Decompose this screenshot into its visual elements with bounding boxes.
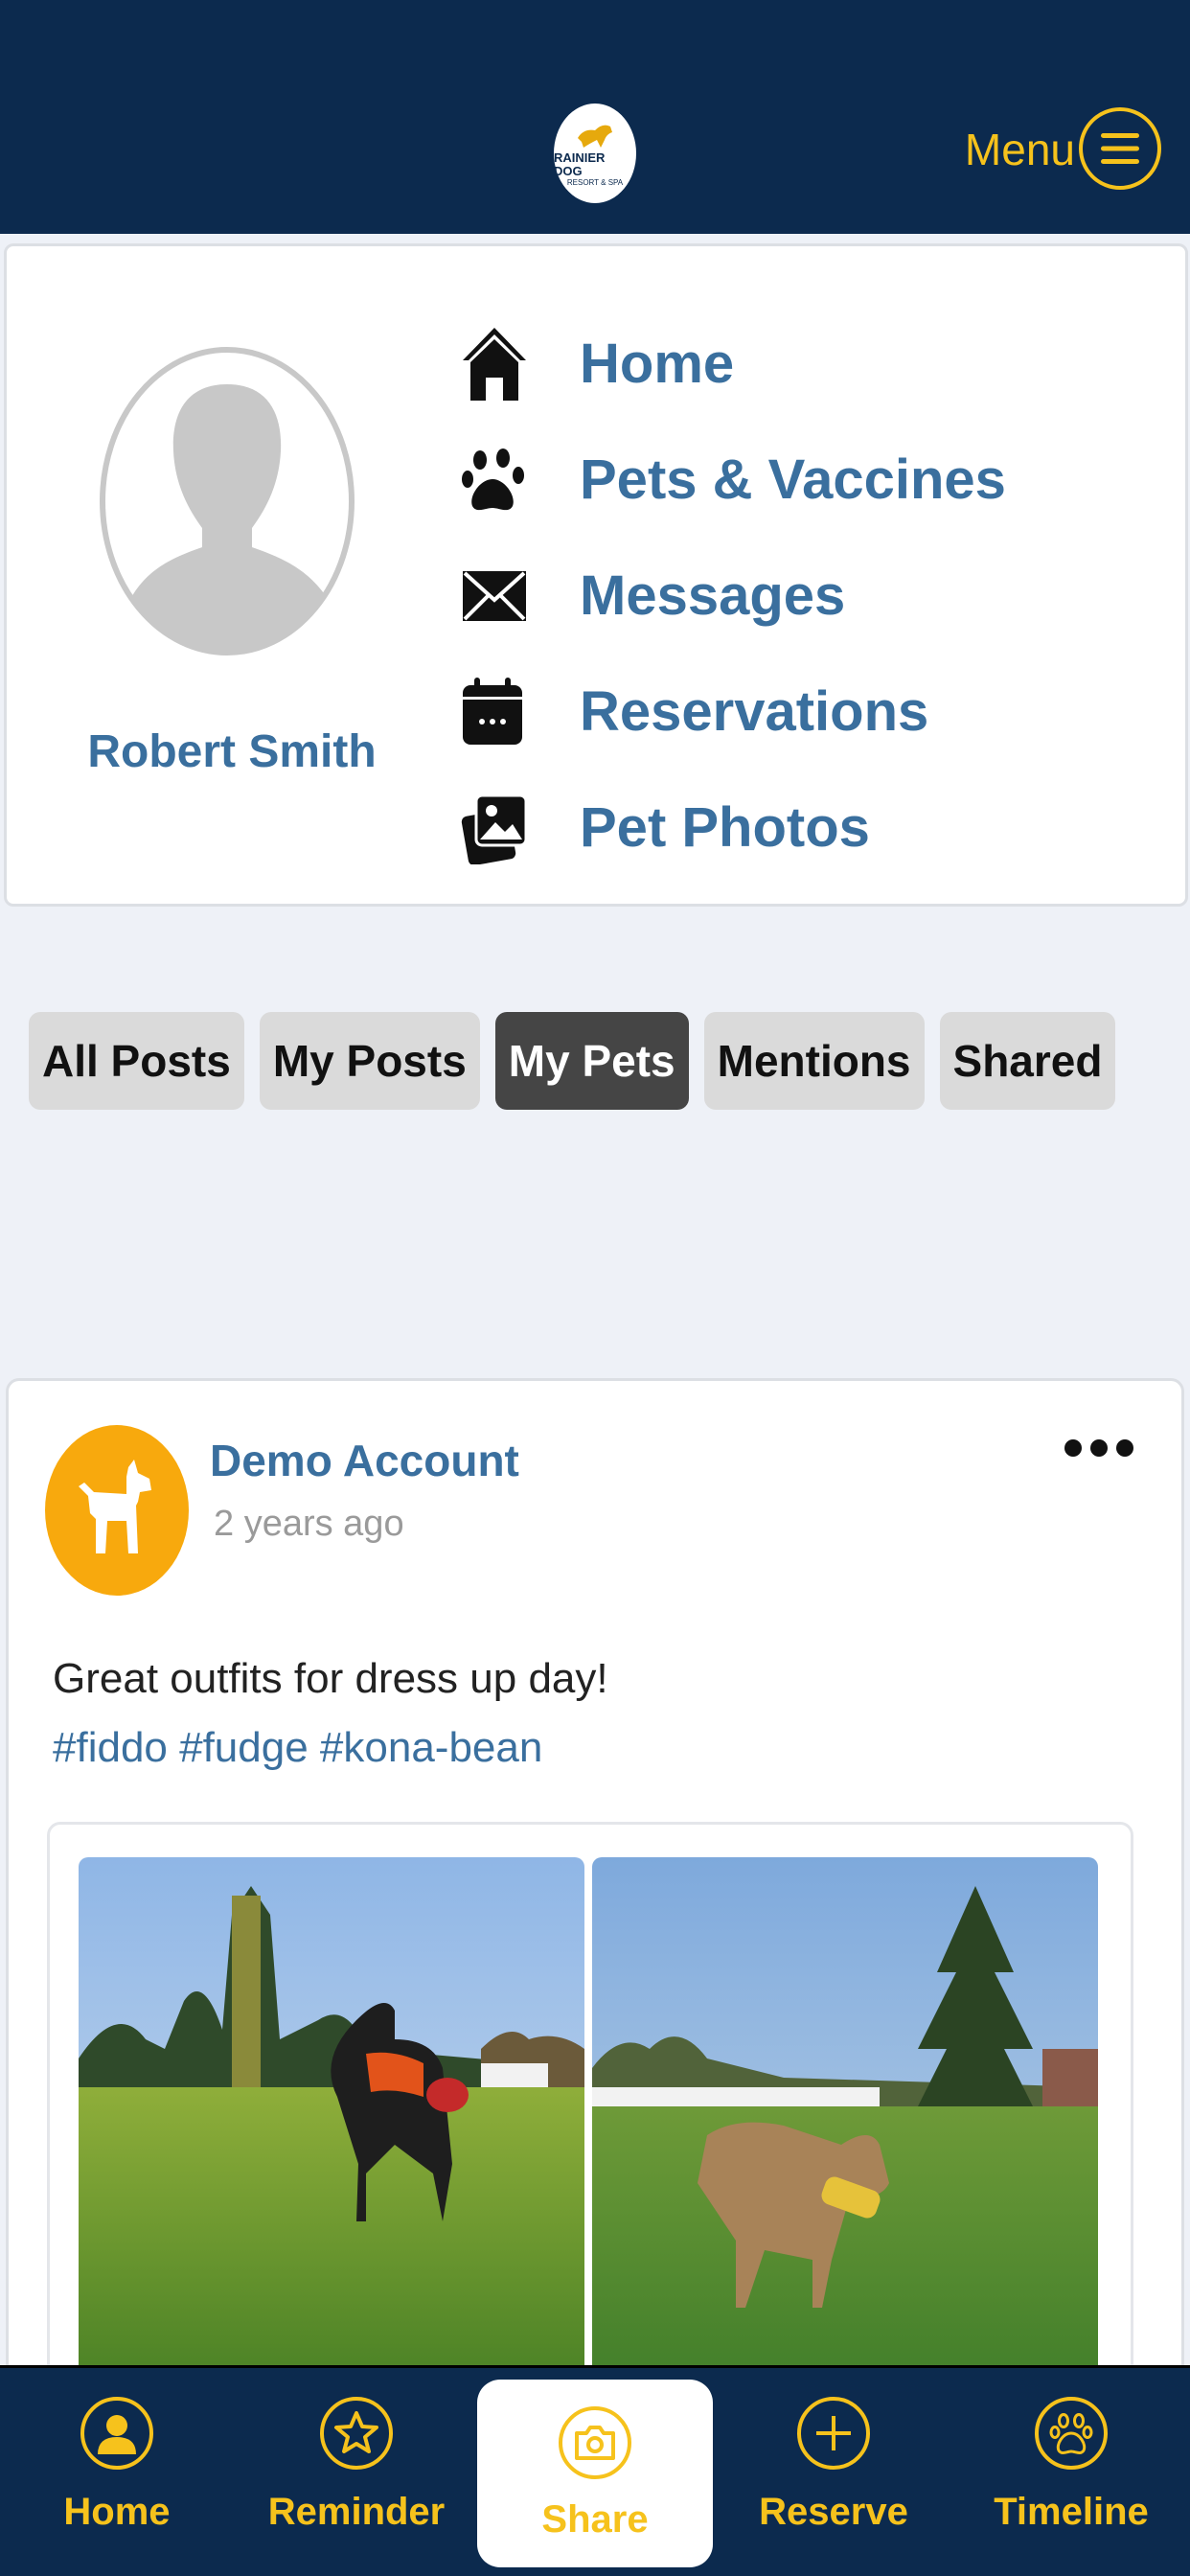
envelope-icon	[461, 555, 543, 637]
profile-nav: Home Pets & Vaccines Messages Reservatio…	[461, 306, 1006, 886]
post-author-name[interactable]: Demo Account	[210, 1435, 519, 1486]
bottom-nav-reserve[interactable]: Reserve	[738, 2397, 929, 2560]
nav-item-pets-vaccines[interactable]: Pets & Vaccines	[461, 422, 1006, 538]
dog-avatar-icon	[79, 1460, 151, 1553]
more-options-icon[interactable]	[1064, 1433, 1133, 1463]
post-photo[interactable]	[79, 1857, 584, 2432]
calendar-icon	[461, 671, 543, 753]
menu-label[interactable]: Menu	[965, 123, 1075, 176]
bottom-nav-label-timeline: Timeline	[994, 2491, 1149, 2533]
user-name[interactable]: Robert Smith	[7, 725, 457, 778]
tab-shared[interactable]: Shared	[939, 1012, 1116, 1110]
bottom-nav-reminder[interactable]: Reminder	[261, 2397, 452, 2560]
nav-label-pets-vaccines: Pets & Vaccines	[580, 448, 1006, 511]
nav-item-reservations[interactable]: Reservations	[461, 654, 1006, 770]
nav-item-messages[interactable]: Messages	[461, 538, 1006, 654]
menu-button[interactable]	[1079, 107, 1161, 190]
logo-text: RAINIER DOG	[554, 150, 606, 178]
paw-icon	[1035, 2397, 1108, 2470]
camera-icon	[559, 2406, 631, 2479]
tab-my-pets[interactable]: My Pets	[494, 1012, 689, 1110]
post-timestamp: 2 years ago	[214, 1504, 404, 1544]
house-icon	[461, 323, 543, 405]
nav-label-messages: Messages	[580, 564, 846, 627]
photos-icon	[461, 787, 543, 869]
logo-subtext: RESORT & SPA	[566, 178, 624, 187]
paw-icon	[461, 439, 543, 521]
tab-all-posts[interactable]: All Posts	[29, 1012, 244, 1110]
tab-mentions[interactable]: Mentions	[703, 1012, 925, 1110]
star-icon	[320, 2397, 393, 2470]
nav-label-pet-photos: Pet Photos	[580, 796, 870, 859]
post-author-avatar[interactable]	[45, 1425, 189, 1596]
post-photo[interactable]	[592, 1857, 1098, 2432]
user-avatar-icon[interactable]	[99, 346, 355, 656]
bottom-nav-label-reminder: Reminder	[267, 2491, 446, 2533]
nav-label-home: Home	[580, 333, 735, 395]
profile-card: Robert Smith Home Pets & Vaccines Messag…	[4, 243, 1188, 907]
rainier-dog-logo[interactable]: RAINIER DOG RESORT & SPA	[554, 104, 636, 203]
post-hashtags[interactable]: #fiddo #fudge #kona-bean	[53, 1724, 542, 1772]
plus-icon	[797, 2397, 870, 2470]
bottom-nav-share[interactable]: Share	[477, 2380, 713, 2567]
nav-item-pet-photos[interactable]: Pet Photos	[461, 770, 1006, 886]
dog-logo-icon	[578, 125, 612, 148]
hamburger-icon	[1101, 133, 1139, 164]
post-text: Great outfits for dress up day!	[53, 1655, 608, 1702]
nav-item-home[interactable]: Home	[461, 306, 1006, 422]
bottom-nav-label-reserve: Reserve	[759, 2491, 908, 2533]
person-icon	[80, 2397, 153, 2470]
tab-my-posts[interactable]: My Posts	[259, 1012, 480, 1110]
top-header: RAINIER DOG RESORT & SPA Menu	[0, 0, 1190, 234]
bottom-nav-timeline[interactable]: Timeline	[975, 2397, 1167, 2560]
nav-label-reservations: Reservations	[580, 680, 929, 743]
bottom-nav-label-share: Share	[541, 2498, 649, 2541]
bottom-tab-bar: Home Reminder Share Reserve Timeline	[0, 2365, 1190, 2576]
bottom-nav-home[interactable]: Home	[21, 2397, 213, 2560]
bottom-nav-label-home: Home	[63, 2491, 171, 2533]
post-filter-tabs: All Posts My Posts My Pets Mentions Shar…	[29, 1012, 1131, 1110]
